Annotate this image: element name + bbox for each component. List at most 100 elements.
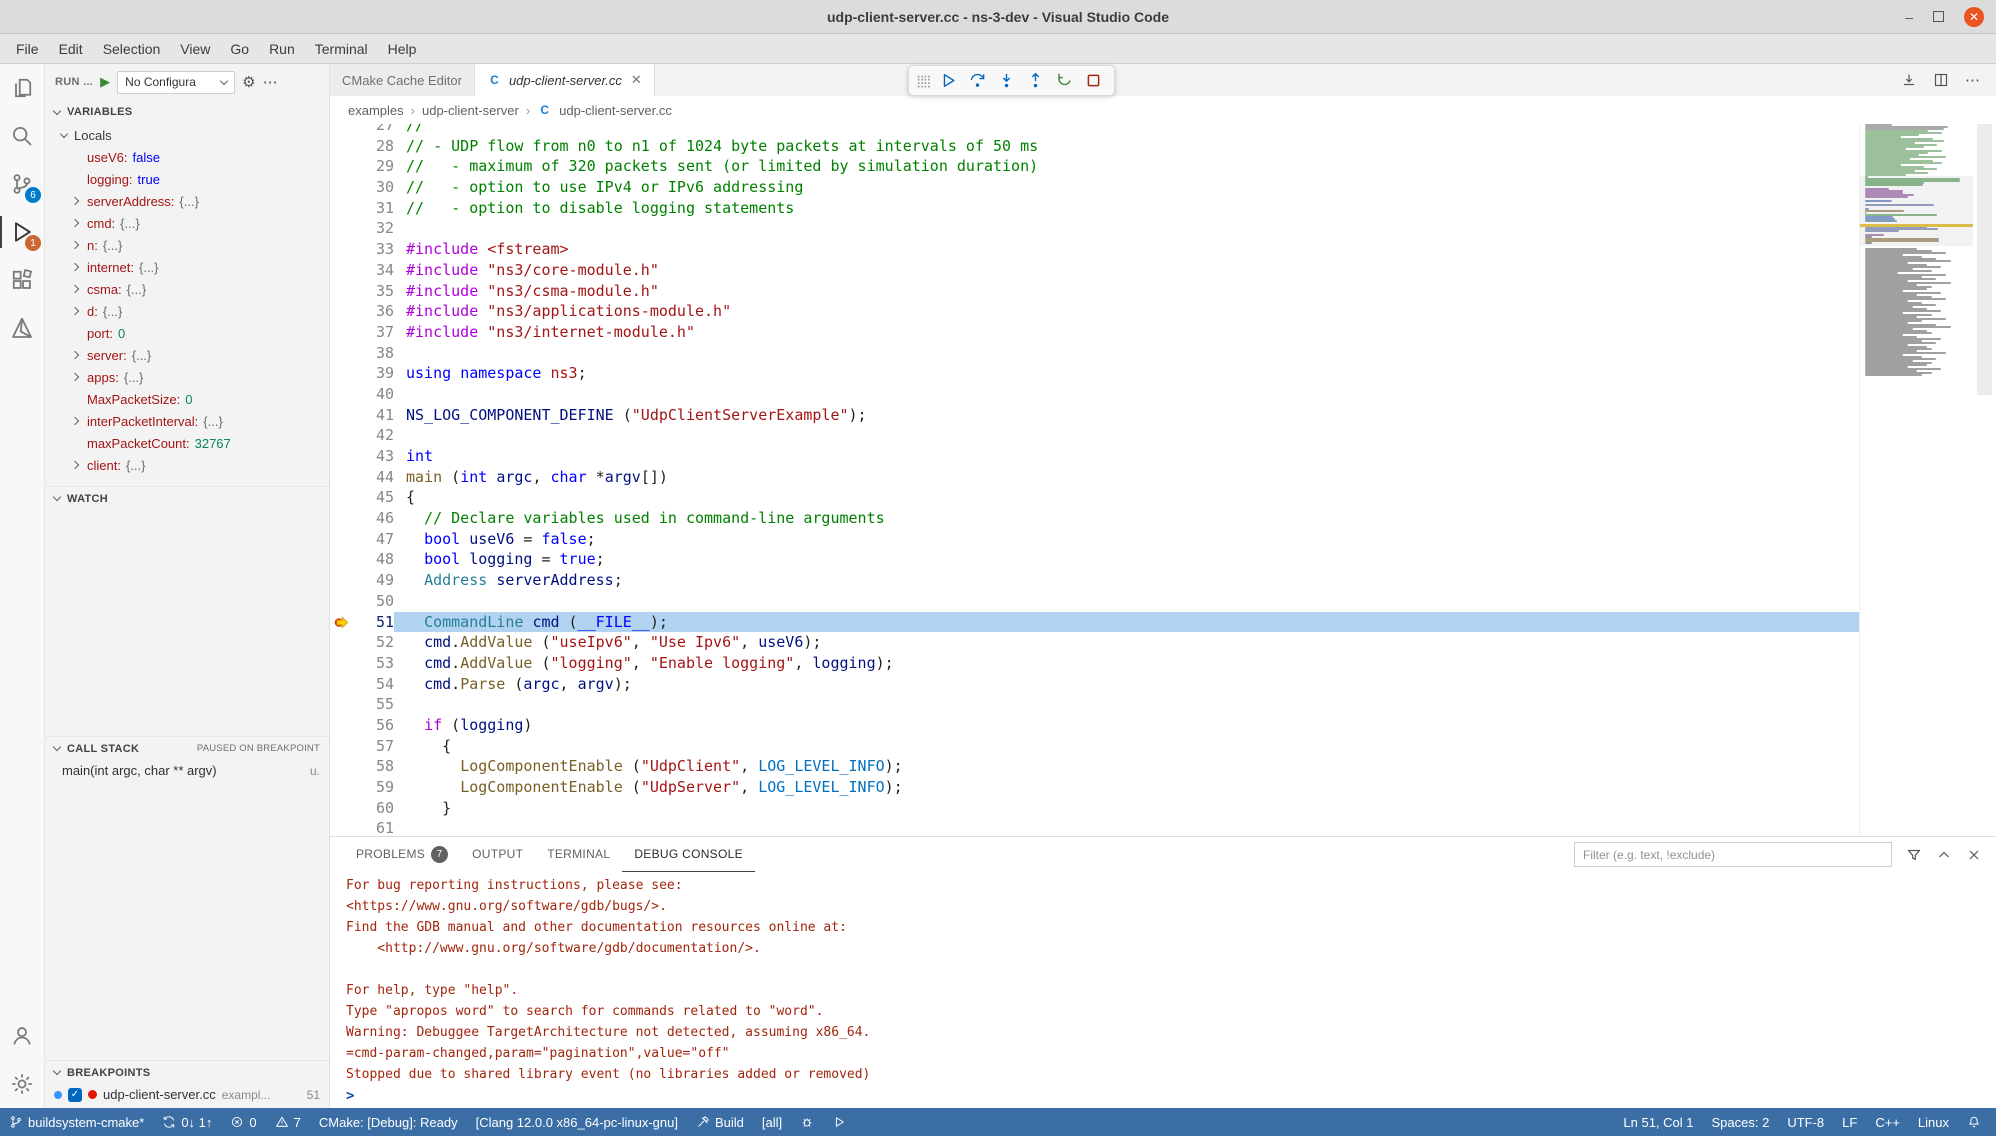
status-item-7[interactable]: 7 [266, 1108, 310, 1136]
more-actions-icon[interactable]: ⋯ [263, 73, 278, 91]
status-item-0-1-[interactable]: 0↓ 1↑ [153, 1108, 221, 1136]
gutter-glyph[interactable] [330, 529, 356, 550]
status-item-linux[interactable]: Linux [1909, 1108, 1958, 1136]
status-item-spaces-2[interactable]: Spaces: 2 [1703, 1108, 1779, 1136]
menu-run[interactable]: Run [259, 34, 305, 63]
menu-help[interactable]: Help [378, 34, 427, 63]
variable-row-client[interactable]: client:{...} [45, 454, 329, 476]
call-stack-section-header[interactable]: CALL STACK PAUSED ON BREAKPOINT [45, 736, 329, 760]
gutter-glyph[interactable] [330, 653, 356, 674]
panel-tab-debug-console[interactable]: DEBUG CONSOLE [622, 837, 755, 872]
code-line[interactable]: 51 CommandLine cmd (__FILE__); [330, 612, 1859, 633]
variable-row-apps[interactable]: apps:{...} [45, 366, 329, 388]
variable-row-maxPacketCount[interactable]: maxPacketCount:32767 [45, 432, 329, 454]
status-item-build[interactable]: Build [687, 1108, 753, 1136]
activity-item-settings[interactable] [0, 1060, 44, 1108]
gutter-glyph[interactable] [330, 322, 356, 343]
variables-scope-locals[interactable]: Locals [45, 124, 329, 146]
breadcrumb-item[interactable]: udp-client-server [422, 103, 519, 118]
status-item-buildsystem-cmake-[interactable]: buildsystem-cmake* [0, 1108, 153, 1136]
tab-cmake-cache-editor[interactable]: CMake Cache Editor [330, 64, 475, 96]
code-line[interactable]: 30// - option to use IPv4 or IPv6 addres… [330, 177, 1859, 198]
menu-terminal[interactable]: Terminal [305, 34, 378, 63]
gutter-glyph[interactable] [330, 777, 356, 798]
variable-row-csma[interactable]: csma:{...} [45, 278, 329, 300]
panel-tab-problems[interactable]: PROBLEMS7 [344, 837, 460, 872]
variable-row-n[interactable]: n:{...} [45, 234, 329, 256]
gutter-glyph[interactable] [330, 425, 356, 446]
activity-item-cmake[interactable] [0, 304, 44, 352]
continue-button[interactable] [936, 68, 962, 94]
code-line[interactable]: 34#include "ns3/core-module.h" [330, 260, 1859, 281]
chevron-up-icon[interactable] [1936, 847, 1952, 863]
minimap-slider[interactable] [1860, 176, 1973, 246]
gutter-glyph[interactable] [330, 260, 356, 281]
variable-row-logging[interactable]: logging:true [45, 168, 329, 190]
gutter-glyph[interactable] [330, 198, 356, 219]
code-line[interactable]: 42 [330, 425, 1859, 446]
gutter-glyph[interactable] [330, 124, 356, 136]
code-line[interactable]: 36#include "ns3/applications-module.h" [330, 301, 1859, 322]
code-line[interactable]: 27// [330, 124, 1859, 136]
status-item--clang-12-0-0-x86-64-pc-[interactable]: [Clang 12.0.0 x86_64-pc-linux-gnu] [467, 1108, 687, 1136]
code-line[interactable]: 55 [330, 694, 1859, 715]
gutter-glyph[interactable] [330, 156, 356, 177]
minimize-icon[interactable]: – [1905, 10, 1913, 24]
status-item-0[interactable]: 0 [221, 1108, 265, 1136]
gutter-glyph[interactable] [330, 632, 356, 653]
code-line[interactable]: 45{ [330, 487, 1859, 508]
gutter-glyph[interactable] [330, 136, 356, 157]
status-item-play-icon[interactable] [823, 1108, 855, 1136]
step-over-button[interactable] [965, 68, 991, 94]
activity-item-accounts[interactable] [0, 1012, 44, 1060]
variable-row-interPacketInterval[interactable]: interPacketInterval:{...} [45, 410, 329, 432]
code-line[interactable]: 37#include "ns3/internet-module.h" [330, 322, 1859, 343]
scrollbar-thumb[interactable] [1977, 124, 1992, 395]
console-input-row[interactable]: > [330, 1083, 1996, 1108]
variable-row-internet[interactable]: internet:{...} [45, 256, 329, 278]
gutter-glyph[interactable] [330, 239, 356, 260]
editor-scrollbar[interactable] [1973, 124, 1996, 836]
variable-row-d[interactable]: d:{...} [45, 300, 329, 322]
stop-button[interactable] [1081, 68, 1107, 94]
gutter-glyph[interactable] [330, 446, 356, 467]
variable-row-useV6[interactable]: useV6:false [45, 146, 329, 168]
close-icon[interactable]: ✕ [631, 72, 642, 88]
gutter-glyph[interactable] [330, 363, 356, 384]
code-line[interactable]: 56 if (logging) [330, 715, 1859, 736]
step-out-button[interactable] [1023, 68, 1049, 94]
restart-button[interactable] [1052, 68, 1078, 94]
code-line[interactable]: 47 bool useV6 = false; [330, 529, 1859, 550]
code-line[interactable]: 40 [330, 384, 1859, 405]
gutter-glyph[interactable] [330, 281, 356, 302]
gutter-glyph[interactable] [330, 343, 356, 364]
activity-item-extensions[interactable] [0, 256, 44, 304]
panel-tab-terminal[interactable]: TERMINAL [535, 837, 622, 872]
code-line[interactable]: 39using namespace ns3; [330, 363, 1859, 384]
gutter-glyph[interactable] [330, 715, 356, 736]
debug-console-output[interactable]: For bug reporting instructions, please s… [330, 872, 1996, 1083]
breakpoint-row[interactable]: ✓udp-client-server.ccexampl...51 [45, 1084, 329, 1108]
code-line[interactable]: 61 [330, 818, 1859, 836]
tab-udp-client-server-cc[interactable]: Cudp-client-server.cc✕ [475, 64, 655, 96]
code-line[interactable]: 41NS_LOG_COMPONENT_DEFINE ("UdpClientSer… [330, 405, 1859, 426]
code-line[interactable]: 38 [330, 343, 1859, 364]
code-line[interactable]: 29// - maximum of 320 packets sent (or l… [330, 156, 1859, 177]
panel-tab-output[interactable]: OUTPUT [460, 837, 535, 872]
status-item-bell-icon[interactable] [1958, 1108, 1990, 1136]
status-item-lf[interactable]: LF [1833, 1108, 1866, 1136]
gutter-glyph[interactable] [330, 756, 356, 777]
code-line[interactable]: 31// - option to disable logging stateme… [330, 198, 1859, 219]
code-line[interactable]: 35#include "ns3/csma-module.h" [330, 281, 1859, 302]
gutter-glyph[interactable] [330, 818, 356, 836]
menu-file[interactable]: File [6, 34, 49, 63]
gear-icon[interactable]: ⚙ [242, 73, 255, 91]
split-editor-icon[interactable] [1933, 72, 1949, 88]
gutter-glyph[interactable] [330, 674, 356, 695]
activity-item-run-and-debug[interactable]: 1 [0, 208, 44, 256]
menu-go[interactable]: Go [220, 34, 259, 63]
gutter-glyph[interactable] [330, 384, 356, 405]
gutter-glyph[interactable] [330, 487, 356, 508]
breakpoints-section-header[interactable]: BREAKPOINTS [45, 1060, 329, 1084]
gutter-glyph[interactable] [330, 549, 356, 570]
